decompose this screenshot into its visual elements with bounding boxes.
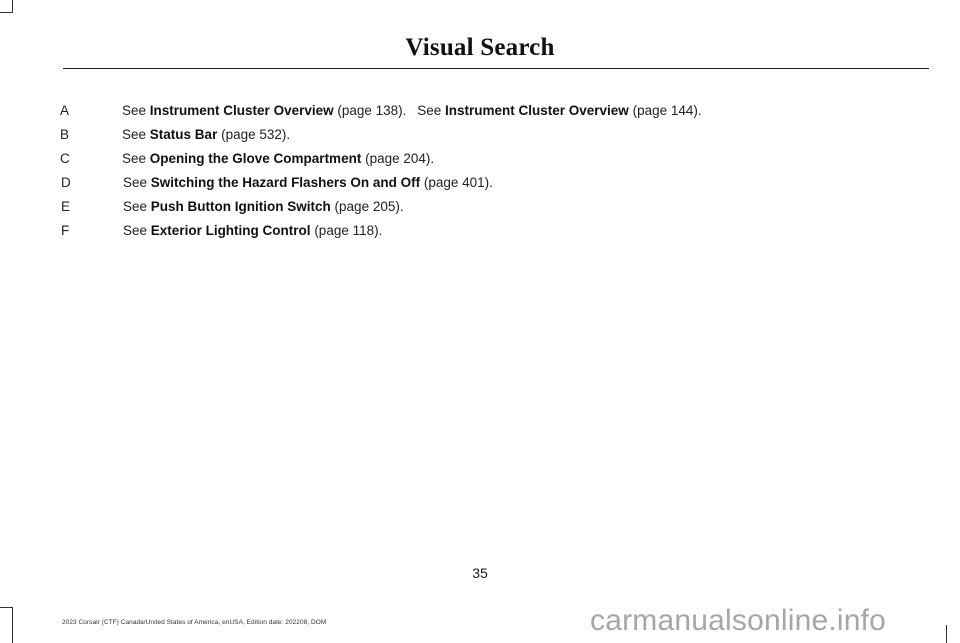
- legend-text: See Switching the Hazard Flashers On and…: [123, 175, 493, 190]
- legend-key: A: [60, 103, 70, 118]
- title-divider: [63, 68, 929, 69]
- legend-key: D: [61, 175, 71, 190]
- reference-link[interactable]: Instrument Cluster Overview: [445, 103, 629, 118]
- page-reference: (page 532).: [221, 127, 291, 142]
- page-reference: (page 118).: [314, 223, 383, 238]
- crop-mark-bottom-left-vertical: [12, 607, 13, 643]
- legend-item-e: E See Push Button Ignition Switch (page …: [60, 195, 702, 219]
- legend-key: B: [60, 127, 70, 142]
- legend-item-a: A See Instrument Cluster Overview (page …: [60, 99, 702, 123]
- reference-link[interactable]: Opening the Glove Compartment: [150, 151, 362, 166]
- page-title: Visual Search: [405, 34, 555, 61]
- crop-mark-bottom-right-vertical: [946, 625, 947, 643]
- page-number: 35: [472, 565, 488, 581]
- page-reference: (page 204).: [365, 151, 435, 166]
- legend-text: See Status Bar (page 532).: [122, 127, 291, 142]
- legend-item-f: F See Exterior Lighting Control (page 11…: [60, 219, 702, 243]
- reference-link[interactable]: Switching the Hazard Flashers On and Off: [151, 175, 420, 190]
- reference-link[interactable]: Status Bar: [150, 127, 218, 142]
- crop-mark-top-left-horizontal: [0, 12, 13, 13]
- edition-footer: 2023 Corsair (CTF) Canada/United States …: [62, 619, 327, 626]
- legend-key: E: [61, 199, 71, 214]
- watermark: carmanualsonline.info: [590, 604, 887, 637]
- legend-item-b: B See Status Bar (page 532).: [60, 123, 702, 147]
- crop-mark-bottom-left-horizontal: [0, 607, 13, 608]
- reference-link[interactable]: Push Button Ignition Switch: [151, 199, 331, 214]
- legend-text: See Instrument Cluster Overview (page 13…: [122, 103, 702, 118]
- legend-list: A See Instrument Cluster Overview (page …: [60, 99, 702, 243]
- legend-item-c: C See Opening the Glove Compartment (pag…: [60, 147, 702, 171]
- legend-text: See Push Button Ignition Switch (page 20…: [123, 199, 404, 214]
- page-reference: (page 138).: [337, 103, 407, 118]
- legend-text: See Exterior Lighting Control (page 118)…: [123, 223, 383, 238]
- legend-item-d: D See Switching the Hazard Flashers On a…: [60, 171, 702, 195]
- page-reference: (page 144).: [632, 103, 702, 118]
- page-reference: (page 205).: [334, 199, 404, 214]
- legend-key: C: [60, 151, 70, 166]
- page-reference: (page 401).: [423, 175, 493, 190]
- reference-link[interactable]: Instrument Cluster Overview: [150, 103, 334, 118]
- legend-key: F: [61, 223, 70, 238]
- reference-link[interactable]: Exterior Lighting Control: [151, 223, 311, 238]
- legend-text: See Opening the Glove Compartment (page …: [122, 151, 435, 166]
